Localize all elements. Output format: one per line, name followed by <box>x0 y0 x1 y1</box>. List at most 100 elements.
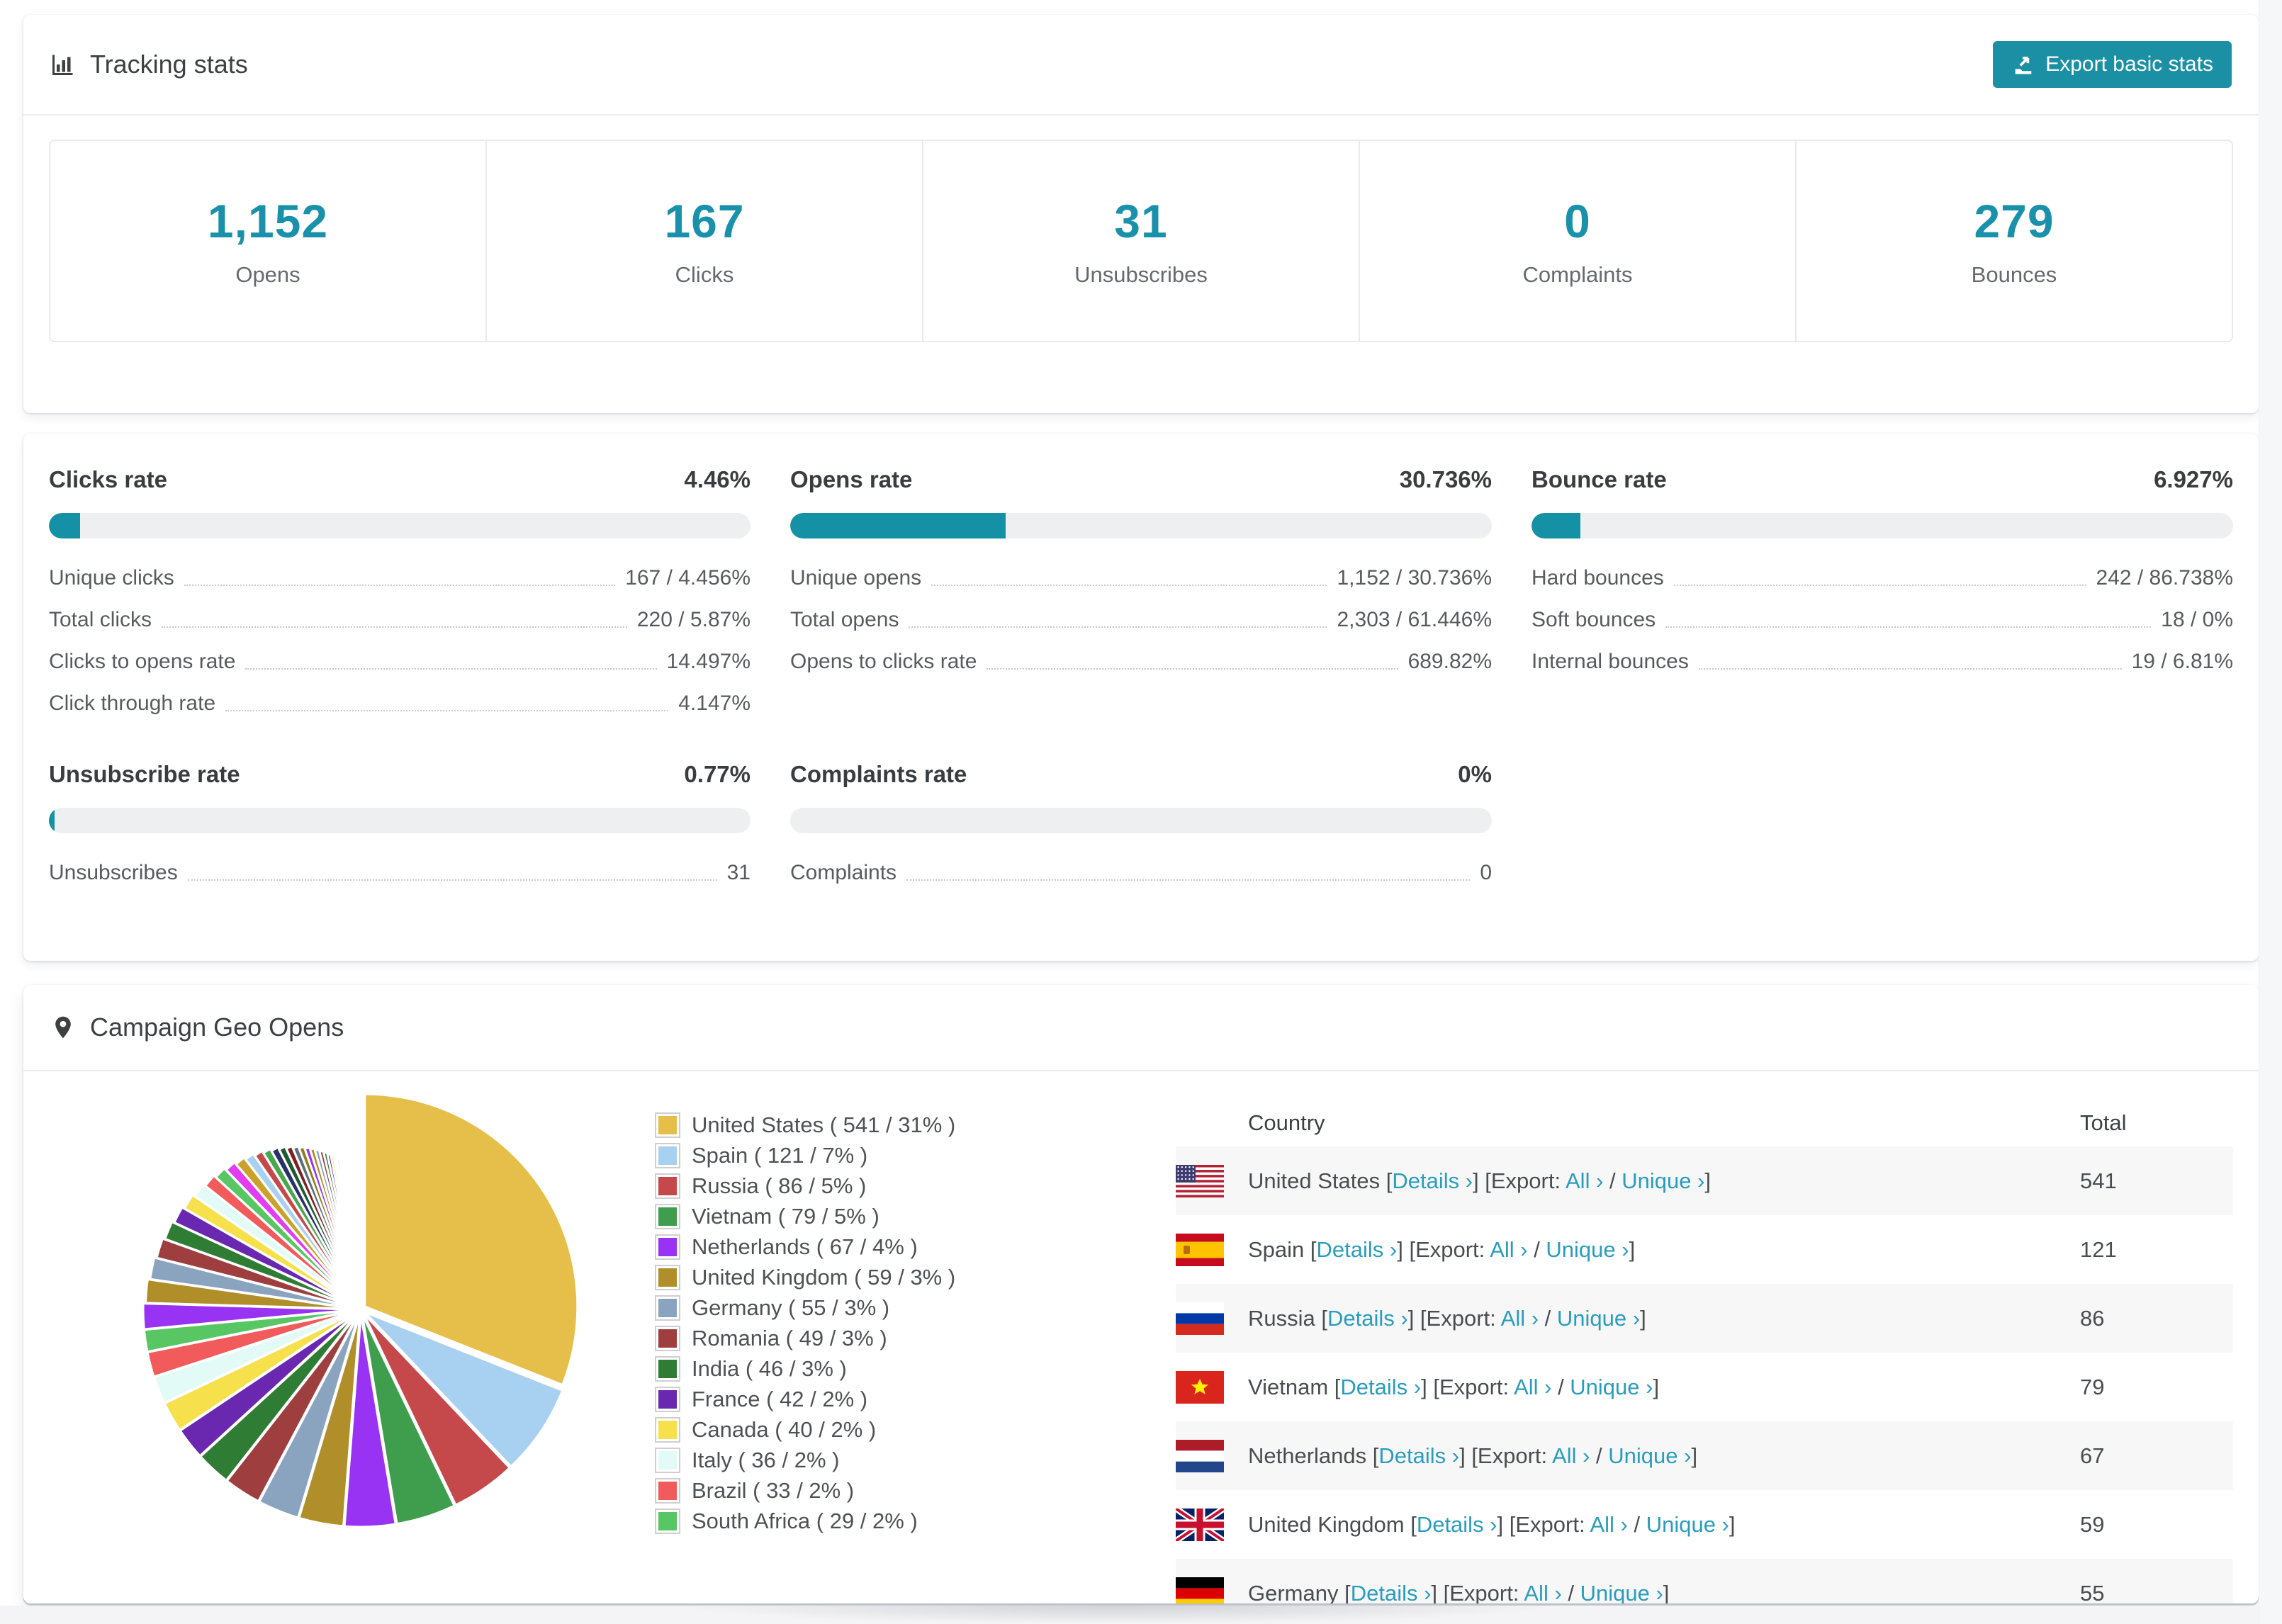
rate-progress-fill <box>1531 513 1580 538</box>
vertical-scrollbar-track[interactable] <box>2259 0 2282 1624</box>
legend-item-germany[interactable]: Germany ( 55 / 3% ) <box>655 1292 1052 1323</box>
flag-column-header <box>1176 1100 1248 1146</box>
details-link[interactable]: Details › <box>1340 1375 1421 1399</box>
legend-swatch <box>655 1386 680 1412</box>
dotted-leader <box>1665 626 2152 628</box>
legend-label: Germany ( 55 / 3% ) <box>692 1295 890 1320</box>
legend-item-south-africa[interactable]: South Africa ( 29 / 2% ) <box>655 1506 1052 1536</box>
rate-row-value: 689.82% <box>1407 649 1492 673</box>
export-all-link[interactable]: All › <box>1490 1237 1527 1262</box>
dotted-leader <box>1698 667 2122 670</box>
pie-slice-other-44[interactable] <box>359 1192 362 1305</box>
total-cell: 86 <box>2080 1305 2105 1331</box>
export-all-link[interactable]: All › <box>1514 1375 1551 1399</box>
dotted-leader <box>906 879 1471 881</box>
rate-progress-fill <box>49 513 81 538</box>
legend-swatch-color <box>658 1420 677 1439</box>
geo-legend: United States ( 541 / 31% ) Spain ( 121 /… <box>655 1100 1052 1536</box>
details-link[interactable]: Details › <box>1378 1443 1459 1468</box>
rate-block-complaints-rate: Complaints rate 0% Complaints 0 <box>790 761 1492 893</box>
export-unique-link[interactable]: Unique › <box>1580 1581 1663 1604</box>
legend-item-romania[interactable]: Romania ( 49 / 3% ) <box>655 1323 1052 1353</box>
flag-cell <box>1176 1284 1248 1353</box>
rate-row-label: Clicks to opens rate <box>49 649 236 673</box>
ru-flag-icon <box>1176 1302 1224 1335</box>
legend-item-netherlands[interactable]: Netherlands ( 67 / 4% ) <box>655 1231 1052 1262</box>
stat-label: Bounces <box>1971 262 2057 287</box>
dotted-leader <box>162 626 627 628</box>
export-basic-stats-button[interactable]: Export basic stats <box>1993 41 2232 88</box>
export-all-link[interactable]: All › <box>1501 1306 1539 1331</box>
export-unique-link[interactable]: Unique › <box>1621 1168 1704 1193</box>
legend-item-spain[interactable]: Spain ( 121 / 7% ) <box>655 1140 1052 1171</box>
details-link[interactable]: Details › <box>1317 1237 1398 1262</box>
legend-swatch <box>655 1264 680 1290</box>
legend-label: Vietnam ( 79 / 5% ) <box>692 1203 879 1229</box>
legend-label: Italy ( 36 / 2% ) <box>692 1447 840 1472</box>
rate-block-bounce-rate: Bounce rate 6.927% Hard bounces 242 / 86.73… <box>1531 466 2233 724</box>
stat-label: Opens <box>235 262 300 287</box>
export-unique-link[interactable]: Unique › <box>1546 1237 1629 1262</box>
legend-item-united-states[interactable]: United States ( 541 / 31% ) <box>655 1110 1052 1140</box>
legend-item-vietnam[interactable]: Vietnam ( 79 / 5% ) <box>655 1201 1052 1231</box>
rate-value: 30.736% <box>1399 466 1492 492</box>
rate-row-label: Total clicks <box>49 607 152 631</box>
export-unique-link[interactable]: Unique › <box>1570 1375 1653 1399</box>
export-unique-link[interactable]: Unique › <box>1646 1512 1729 1537</box>
legend-item-russia[interactable]: Russia ( 86 / 5% ) <box>655 1171 1052 1201</box>
table-row-nl: Netherlands [Details ›] [Export: All › /… <box>1176 1421 2233 1490</box>
rates-card: Clicks rate 4.46% Unique clicks 167 / 4.456… <box>23 434 2259 961</box>
flag-cell <box>1176 1215 1248 1284</box>
details-link[interactable]: Details › <box>1392 1168 1473 1193</box>
legend-swatch-color <box>658 1115 677 1134</box>
rate-progress-bar <box>49 808 751 833</box>
details-link[interactable]: Details › <box>1351 1581 1432 1604</box>
export-all-link[interactable]: All › <box>1524 1581 1561 1604</box>
export-all-link[interactable]: All › <box>1552 1443 1590 1468</box>
legend-label: Spain ( 121 / 7% ) <box>692 1142 868 1168</box>
gb-flag-icon <box>1176 1508 1224 1541</box>
total-cell: 55 <box>2080 1580 2105 1604</box>
total-column-header: Total <box>2080 1110 2127 1135</box>
rate-row: Hard bounces 242 / 86.738% <box>1531 557 2233 599</box>
export-all-link[interactable]: All › <box>1566 1168 1603 1193</box>
rate-value: 0% <box>1458 761 1492 787</box>
table-row-gb: United Kingdom [Details ›] [Export: All … <box>1176 1490 2233 1559</box>
country-cell: Spain [Details ›] [Export: All › / Uniqu… <box>1248 1236 1636 1262</box>
legend-swatch <box>655 1508 680 1534</box>
geo-country-table: Country Total United States [Details ›] … <box>1176 1100 2233 1603</box>
rate-block-clicks-rate: Clicks rate 4.46% Unique clicks 167 / 4.456… <box>49 466 751 724</box>
details-link[interactable]: Details › <box>1417 1512 1497 1537</box>
export-unique-link[interactable]: Unique › <box>1557 1306 1640 1331</box>
export-unique-link[interactable]: Unique › <box>1608 1443 1691 1468</box>
dotted-leader <box>909 626 1327 628</box>
geo-header: Campaign Geo Opens <box>23 985 2259 1071</box>
rate-progress-bar <box>790 513 1492 538</box>
legend-item-united-kingdom[interactable]: United Kingdom ( 59 / 3% ) <box>655 1262 1052 1292</box>
rate-value: 6.927% <box>2154 466 2233 492</box>
export-all-link[interactable]: All › <box>1590 1512 1627 1537</box>
legend-swatch-color <box>658 1450 677 1470</box>
rate-title-row: Unsubscribe rate 0.77% <box>49 761 751 788</box>
total-cell: 541 <box>2080 1168 2117 1193</box>
legend-item-canada[interactable]: Canada ( 40 / 2% ) <box>655 1414 1052 1445</box>
details-link[interactable]: Details › <box>1327 1306 1408 1331</box>
es-flag-icon <box>1176 1233 1224 1266</box>
legend-item-india[interactable]: India ( 46 / 3% ) <box>655 1353 1052 1384</box>
geo-pie-chart[interactable] <box>141 1090 580 1533</box>
stat-label: Clicks <box>675 262 734 287</box>
dotted-leader <box>187 879 717 881</box>
flag-cell <box>1176 1490 1248 1559</box>
stat-value: 279 <box>1974 195 2055 247</box>
legend-item-france[interactable]: France ( 42 / 2% ) <box>655 1384 1052 1414</box>
rate-row-value: 2,303 / 61.446% <box>1337 607 1492 631</box>
legend-item-italy[interactable]: Italy ( 36 / 2% ) <box>655 1445 1052 1475</box>
rate-title-row: Complaints rate 0% <box>790 761 1492 788</box>
flag-cell <box>1176 1421 1248 1490</box>
country-name: United States <box>1248 1168 1381 1193</box>
legend-item-brazil[interactable]: Brazil ( 33 / 2% ) <box>655 1475 1052 1506</box>
stat-label: Complaints <box>1522 262 1633 287</box>
rate-row-label: Internal bounces <box>1531 649 1689 673</box>
rate-row: Unique clicks 167 / 4.456% <box>49 557 751 599</box>
rate-rows: Unique clicks 167 / 4.456% Total clicks 220… <box>49 557 751 724</box>
